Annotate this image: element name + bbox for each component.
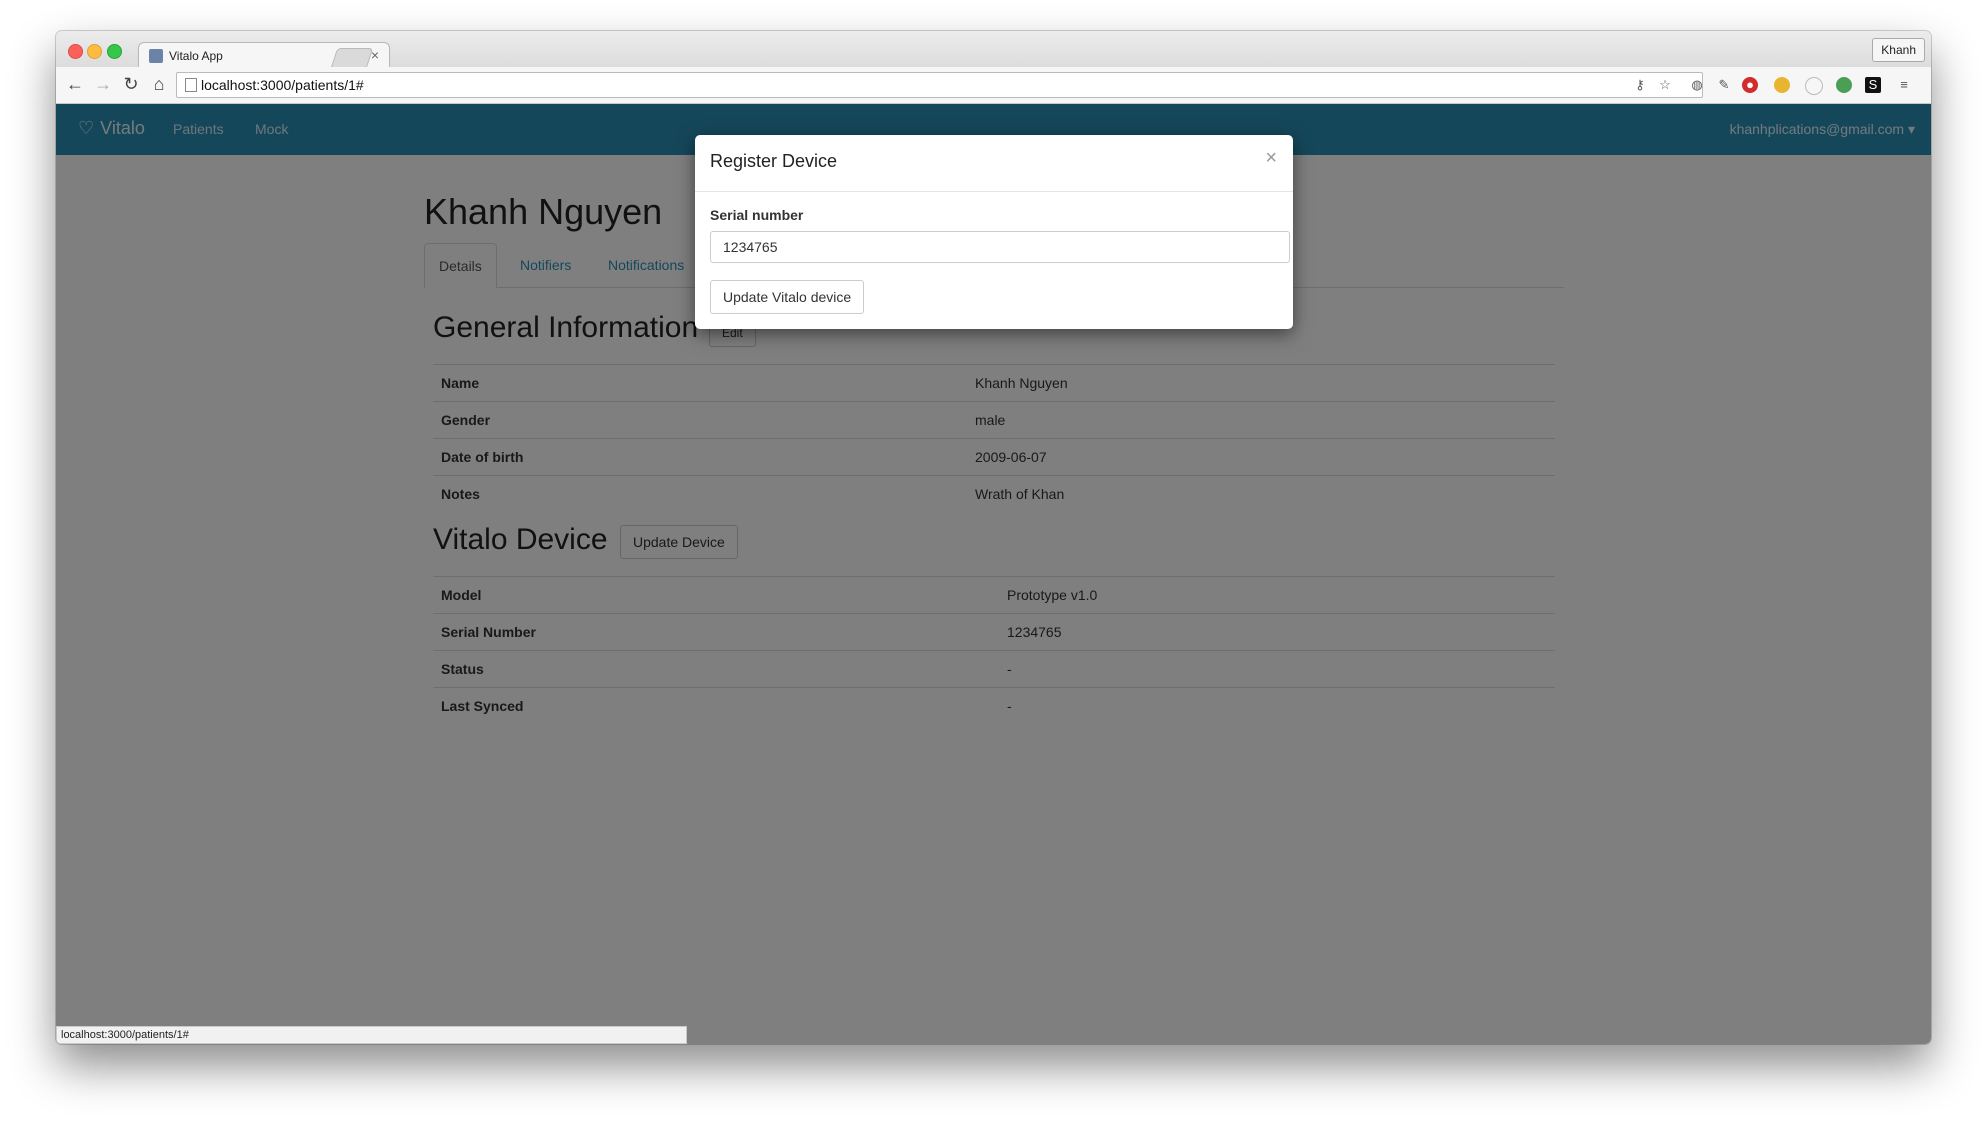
reload-icon[interactable]: ↻ bbox=[118, 71, 144, 97]
back-arrow-icon[interactable]: ← bbox=[62, 71, 88, 97]
profile-button[interactable]: Khanh bbox=[1872, 38, 1925, 62]
window-minimize-button[interactable] bbox=[87, 44, 102, 59]
web-page: ♡Vitalo Patients Mock khanhplications@gm… bbox=[56, 104, 1931, 1044]
browser-toolbar: ← → ↻ ⌂ localhost:3000/patients/1# ⚷ ☆ ◍… bbox=[56, 67, 1931, 104]
eyedropper-icon[interactable]: ✎ bbox=[1716, 77, 1732, 93]
tab-strip: Vitalo App × Khanh bbox=[56, 31, 1931, 69]
favicon-icon bbox=[149, 49, 163, 63]
address-bar[interactable]: localhost:3000/patients/1# bbox=[176, 72, 1703, 98]
browser-window: Vitalo App × Khanh ← → ↻ ⌂ localhost:300… bbox=[56, 31, 1931, 1044]
modal-header: Register Device × bbox=[695, 135, 1293, 192]
forward-arrow-icon[interactable]: → bbox=[90, 71, 116, 97]
key-icon[interactable]: ⚷ bbox=[1632, 77, 1648, 93]
globe-extension-icon[interactable] bbox=[1805, 77, 1823, 95]
window-maximize-button[interactable] bbox=[107, 44, 122, 59]
window-close-button[interactable] bbox=[68, 44, 83, 59]
extension-shield-icon[interactable]: ◍ bbox=[1689, 77, 1705, 93]
home-icon[interactable]: ⌂ bbox=[146, 71, 172, 97]
url-text: localhost:3000/patients/1# bbox=[201, 77, 364, 93]
record-extension-icon[interactable]: ● bbox=[1742, 77, 1758, 93]
page-icon bbox=[185, 78, 197, 92]
tab-title: Vitalo App bbox=[169, 49, 223, 63]
status-bar: localhost:3000/patients/1# bbox=[56, 1026, 687, 1044]
modal-title: Register Device bbox=[710, 151, 838, 171]
color-extension-icon[interactable] bbox=[1836, 77, 1852, 93]
pie-extension-icon[interactable] bbox=[1774, 77, 1790, 93]
menu-icon[interactable]: ≡ bbox=[1896, 77, 1912, 93]
new-tab-button[interactable] bbox=[330, 48, 374, 68]
close-icon[interactable]: × bbox=[1265, 147, 1277, 170]
serial-number-label: Serial number bbox=[710, 207, 804, 223]
register-device-modal: Register Device × Serial number Update V… bbox=[695, 135, 1293, 329]
update-vitalo-device-button[interactable]: Update Vitalo device bbox=[710, 280, 865, 314]
serial-number-input[interactable] bbox=[710, 231, 1290, 263]
s-extension-icon[interactable]: S bbox=[1865, 77, 1881, 93]
bookmark-star-icon[interactable]: ☆ bbox=[1657, 77, 1673, 93]
